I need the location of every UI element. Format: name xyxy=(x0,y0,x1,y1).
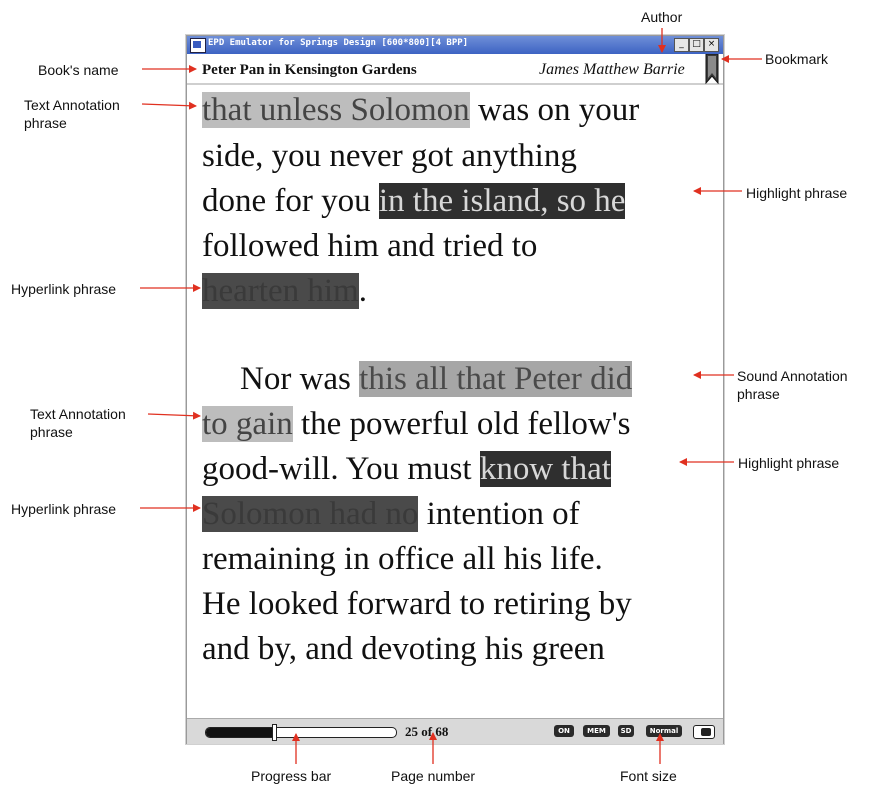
text-line: Solomon had no intention of xyxy=(202,495,580,533)
window-title: EPD Emulator for Springs Design [600*800… xyxy=(208,38,469,48)
highlight-phrase[interactable]: in the island, so he xyxy=(378,183,626,219)
bookmark-label: Bookmark xyxy=(765,51,829,67)
close-button[interactable]: × xyxy=(704,38,719,52)
text-run: good-will. You must xyxy=(202,451,480,487)
highlight-label-1: Highlight phrase xyxy=(746,185,848,201)
font-size-button[interactable]: Normal xyxy=(646,725,682,737)
progress-bar-label: Progress bar xyxy=(251,768,332,784)
book-header: Peter Pan in Kensington Gardens James Ma… xyxy=(187,55,723,85)
hyperlink-phrase[interactable]: hearten him xyxy=(202,273,359,309)
text-run: the powerful old fellow's xyxy=(292,406,631,442)
text-line: hearten him. xyxy=(202,272,367,310)
text-line: remaining in office all his life. xyxy=(202,541,603,577)
text-line: good-will. You must know that xyxy=(202,450,611,488)
text-run: . xyxy=(358,273,367,309)
text-line: and by, and devoting his green xyxy=(202,631,605,667)
bookmark-icon[interactable] xyxy=(705,54,719,84)
sound-annotation-label: Sound Annotation phrase xyxy=(737,368,848,402)
sound-annotation-phrase[interactable]: this all that Peter did xyxy=(359,361,633,397)
text-line: He looked forward to retiring by xyxy=(202,586,632,622)
page-number: 25 of 68 xyxy=(405,724,449,739)
hyperlink-label-2: Hyperlink phrase xyxy=(11,501,117,517)
text-line: Nor was this all that Peter did xyxy=(240,360,633,398)
text-run: was on your xyxy=(469,92,640,128)
text-run: done for you xyxy=(202,183,379,219)
hyperlink-phrase[interactable]: Solomon had no xyxy=(202,496,419,532)
text-annotation-label-1: Text Annotation phrase xyxy=(24,97,120,131)
text-line: to gain the powerful old fellow's xyxy=(202,405,630,443)
title-bar: EPD Emulator for Springs Design [600*800… xyxy=(187,36,723,54)
page-number-label: Page number xyxy=(391,768,476,784)
text-line: that unless Solomon was on your xyxy=(202,91,639,129)
text-line: followed him and tried to xyxy=(202,228,538,264)
book-name-label: Book's name xyxy=(38,62,119,78)
progress-thumb[interactable] xyxy=(271,724,277,741)
battery-icon xyxy=(693,725,715,739)
sd-card-icon[interactable]: SD xyxy=(618,725,634,737)
memory-icon[interactable]: MEM xyxy=(583,725,610,737)
maximize-button[interactable]: □ xyxy=(689,38,704,52)
hyperlink-label-1: Hyperlink phrase xyxy=(11,281,117,297)
text-annotation-phrase[interactable]: to gain xyxy=(202,406,293,442)
minimize-button[interactable]: _ xyxy=(674,38,689,52)
text-line: done for you in the island, so he xyxy=(202,182,626,220)
app-icon xyxy=(190,38,206,53)
text-annotation-phrase[interactable]: that unless Solomon xyxy=(202,92,470,128)
book-author: James Matthew Barrie xyxy=(539,61,685,78)
author-label: Author xyxy=(641,9,683,25)
text-run: intention of xyxy=(418,496,580,532)
emulator-window: EPD Emulator for Springs Design [600*800… xyxy=(186,35,724,744)
status-bar: 25 of 68 ON MEM SD Normal xyxy=(187,718,723,744)
wireless-on-badge[interactable]: ON xyxy=(554,725,574,737)
highlight-phrase[interactable]: know that xyxy=(479,451,611,487)
text-annotation-label-2: Text Annotation phrase xyxy=(30,406,126,440)
text-run: Nor was xyxy=(240,361,360,397)
progress-bar[interactable] xyxy=(205,727,397,738)
text-line: side, you never got anything xyxy=(202,138,577,174)
progress-fill xyxy=(206,728,273,737)
highlight-label-2: Highlight phrase xyxy=(738,455,840,471)
book-name: Peter Pan in Kensington Gardens xyxy=(202,62,417,78)
font-size-label: Font size xyxy=(620,768,677,784)
